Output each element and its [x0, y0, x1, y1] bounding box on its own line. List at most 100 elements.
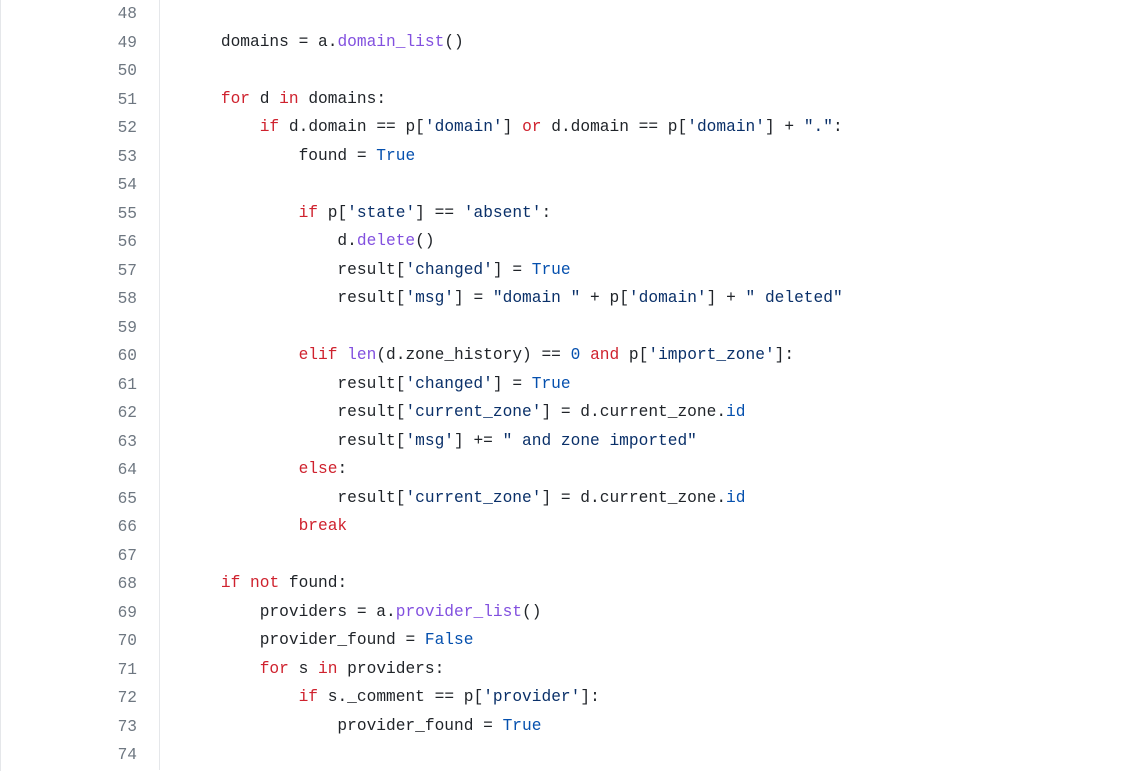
- code-token: d: [571, 489, 590, 507]
- code-line[interactable]: for s in providers:: [182, 655, 1134, 684]
- line-number: 72: [1, 684, 137, 713]
- code-token: providers: [182, 603, 357, 621]
- code-line[interactable]: if s._comment == p['provider']:: [182, 683, 1134, 712]
- code-line[interactable]: result['changed'] = True: [182, 256, 1134, 285]
- code-token: " and zone imported": [503, 432, 697, 450]
- code-token: 'msg': [405, 289, 454, 307]
- code-token: ]: [707, 289, 726, 307]
- code-line[interactable]: result['current_zone'] = d.current_zone.…: [182, 398, 1134, 427]
- code-token: .: [337, 688, 347, 706]
- line-number: 59: [1, 314, 137, 343]
- code-line[interactable]: provider_found = True: [182, 712, 1134, 741]
- code-line[interactable]: [182, 0, 1134, 28]
- code-token: result[: [182, 289, 405, 307]
- code-token: result[: [182, 432, 405, 450]
- line-number: 57: [1, 257, 137, 286]
- code-token: "domain ": [493, 289, 580, 307]
- code-line[interactable]: domains = a.domain_list(): [182, 28, 1134, 57]
- code-token: domain: [571, 118, 639, 136]
- code-token: False: [425, 631, 474, 649]
- code-token: providers:: [337, 660, 444, 678]
- line-number: 73: [1, 713, 137, 742]
- line-number: 50: [1, 57, 137, 86]
- code-token: ==: [639, 118, 658, 136]
- code-line[interactable]: [182, 313, 1134, 342]
- code-token: [337, 346, 347, 364]
- code-token: 0: [571, 346, 581, 364]
- line-number: 60: [1, 342, 137, 371]
- code-line[interactable]: result['changed'] = True: [182, 370, 1134, 399]
- code-line[interactable]: elif len(d.zone_history) == 0 and p['imp…: [182, 341, 1134, 370]
- line-number: 62: [1, 399, 137, 428]
- code-token: p[: [396, 118, 425, 136]
- code-token: result[: [182, 261, 405, 279]
- code-line[interactable]: result['current_zone'] = d.current_zone.…: [182, 484, 1134, 513]
- line-number: 74: [1, 741, 137, 770]
- code-token: provider_list: [396, 603, 522, 621]
- code-token: a: [308, 33, 327, 51]
- code-token: [182, 688, 299, 706]
- code-content[interactable]: domains = a.domain_list() for d in domai…: [159, 0, 1134, 770]
- code-token: =: [512, 261, 522, 279]
- code-line[interactable]: if d.domain == p['domain'] or d.domain =…: [182, 113, 1134, 142]
- line-number: 70: [1, 627, 137, 656]
- code-line[interactable]: found = True: [182, 142, 1134, 171]
- code-line[interactable]: if not found:: [182, 569, 1134, 598]
- code-token: delete: [357, 232, 415, 250]
- code-token: provider_found: [182, 717, 483, 735]
- code-token: True: [376, 147, 415, 165]
- code-token: 'state': [347, 204, 415, 222]
- code-line[interactable]: [182, 740, 1134, 769]
- code-token: ".": [804, 118, 833, 136]
- code-token: +: [726, 289, 736, 307]
- line-number: 66: [1, 513, 137, 542]
- code-token: p[: [658, 118, 687, 136]
- code-token: (): [522, 603, 541, 621]
- code-line[interactable]: else:: [182, 455, 1134, 484]
- code-token: [493, 717, 503, 735]
- code-token: 'current_zone': [405, 489, 541, 507]
- code-token: 'provider': [483, 688, 580, 706]
- code-line[interactable]: [182, 56, 1134, 85]
- code-token: [182, 118, 260, 136]
- code-token: ]: [454, 289, 473, 307]
- code-token: 'absent': [464, 204, 542, 222]
- code-token: a: [367, 603, 386, 621]
- code-token: not: [250, 574, 279, 592]
- code-token: found: [182, 147, 357, 165]
- line-number: 58: [1, 285, 137, 314]
- code-token: p[: [619, 346, 648, 364]
- line-number: 53: [1, 143, 137, 172]
- code-token: s: [318, 688, 337, 706]
- line-number: 56: [1, 228, 137, 257]
- code-line[interactable]: provider_found = False: [182, 626, 1134, 655]
- code-line[interactable]: for d in domains:: [182, 85, 1134, 114]
- code-line[interactable]: providers = a.provider_list(): [182, 598, 1134, 627]
- code-token: 'changed': [405, 375, 492, 393]
- code-viewer: 4849505152535455565758596061626364656667…: [0, 0, 1134, 771]
- code-token: d: [250, 90, 279, 108]
- code-token: _comment: [347, 688, 434, 706]
- code-line[interactable]: [182, 541, 1134, 570]
- code-token: True: [532, 375, 571, 393]
- code-line[interactable]: d.delete(): [182, 227, 1134, 256]
- code-line[interactable]: result['msg'] = "domain " + p['domain'] …: [182, 284, 1134, 313]
- code-token: break: [299, 517, 348, 535]
- code-token: .: [716, 403, 726, 421]
- code-token: result[: [182, 403, 405, 421]
- code-token: =: [357, 147, 367, 165]
- code-token: [580, 346, 590, 364]
- code-line[interactable]: result['msg'] += " and zone imported": [182, 427, 1134, 456]
- code-token: [483, 289, 493, 307]
- code-token: :: [833, 118, 843, 136]
- code-line[interactable]: [182, 170, 1134, 199]
- line-number: 64: [1, 456, 137, 485]
- code-token: 'import_zone': [648, 346, 774, 364]
- code-token: d: [542, 118, 561, 136]
- code-line[interactable]: break: [182, 512, 1134, 541]
- code-token: [182, 517, 299, 535]
- code-line[interactable]: if p['state'] == 'absent':: [182, 199, 1134, 228]
- code-token: 'domain': [629, 289, 707, 307]
- code-token: if: [299, 204, 318, 222]
- code-token: [493, 432, 503, 450]
